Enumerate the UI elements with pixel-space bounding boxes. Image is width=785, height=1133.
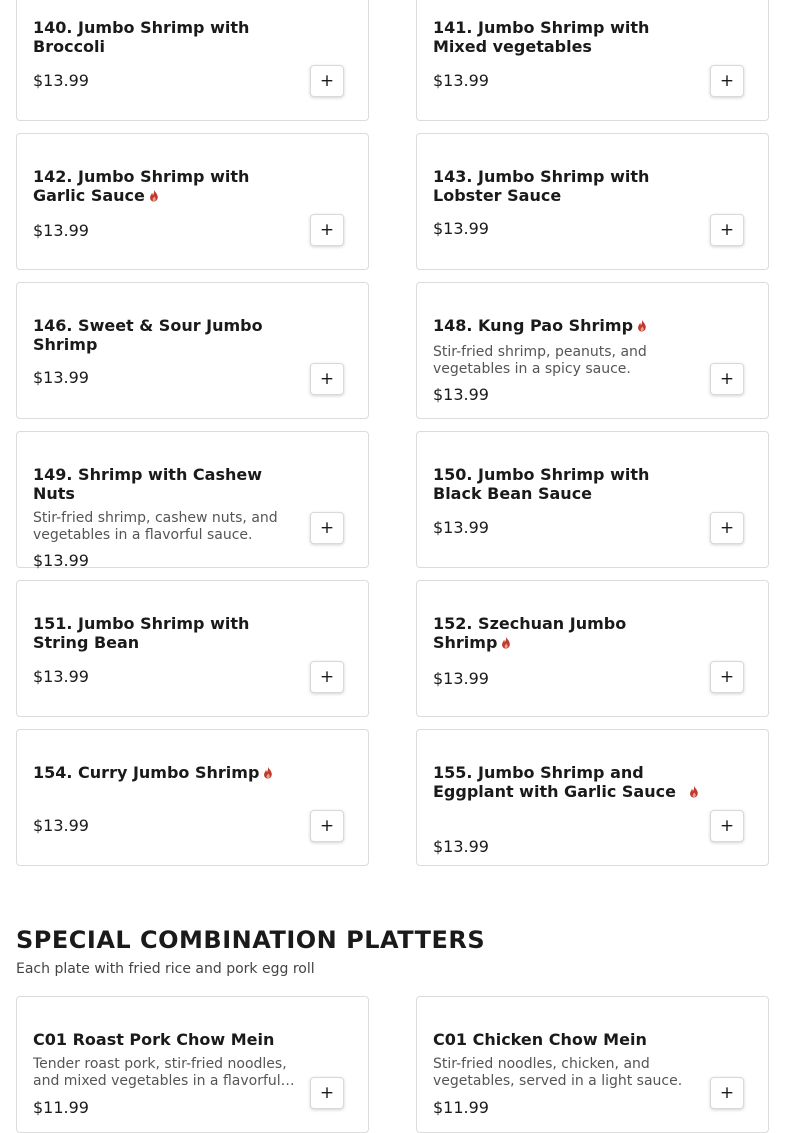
section-title: SPECIAL COMBINATION PLATTERS — [16, 926, 486, 954]
item-price: $11.99 — [33, 1098, 89, 1117]
item-name: 154. Curry Jumbo Shrimp — [33, 763, 295, 782]
add-to-cart-button[interactable]: + — [710, 65, 744, 97]
item-price: $13.99 — [433, 669, 489, 688]
section-subtitle: Each plate with fried rice and pork egg … — [16, 961, 315, 977]
item-price: $13.99 — [33, 816, 89, 835]
add-to-cart-button[interactable]: + — [710, 363, 744, 395]
item-price: $13.99 — [33, 71, 89, 90]
item-description: Stir-fried noodles, chicken, and vegetab… — [433, 1056, 683, 1089]
item-price: $13.99 — [33, 368, 89, 387]
add-to-cart-button[interactable]: + — [310, 512, 344, 544]
flame-icon — [638, 319, 646, 332]
add-to-cart-button[interactable]: + — [310, 1077, 344, 1109]
flame-icon — [264, 766, 273, 779]
item-description: Stir-fried shrimp, peanuts, and vegetabl… — [433, 344, 647, 377]
item-description: Tender roast pork, stir-fried noodles, a… — [33, 1056, 295, 1089]
flame-icon — [502, 636, 511, 649]
add-to-cart-button[interactable]: + — [710, 661, 744, 693]
menu-item-card[interactable]: 155. Jumbo Shrimp and Eggplant with Garl… — [416, 729, 769, 866]
item-name: 142. Jumbo Shrimp with Garlic Sauce — [33, 167, 250, 205]
item-name: 146. Sweet & Sour Jumbo Shrimp — [33, 316, 263, 354]
item-name: 149. Shrimp with Cashew Nuts — [33, 465, 262, 503]
item-price: $13.99 — [33, 667, 89, 686]
item-price: $13.99 — [433, 518, 489, 537]
add-to-cart-button[interactable]: + — [710, 512, 744, 544]
add-to-cart-button[interactable]: + — [710, 1077, 744, 1109]
item-price: $13.99 — [433, 71, 489, 90]
add-to-cart-button[interactable]: + — [710, 214, 744, 246]
item-price: $13.99 — [433, 837, 489, 856]
item-name: C01 Chicken Chow Mein — [433, 1030, 647, 1049]
menu-item-card[interactable]: 150. Jumbo Shrimp with Black Bean Sauce … — [416, 431, 769, 568]
menu-item-card[interactable]: 151. Jumbo Shrimp with String Bean $13.9… — [16, 580, 369, 717]
menu-item-card[interactable]: C01 Chicken Chow Mein Stir-fried noodles… — [416, 996, 769, 1133]
menu-item-card[interactable]: 154. Curry Jumbo Shrimp $13.99 + — [16, 729, 369, 866]
menu-item-card[interactable]: 149. Shrimp with Cashew Nuts Stir-fried … — [16, 431, 369, 570]
item-price: $13.99 — [433, 385, 489, 404]
item-name: 152. Szechuan Jumbo Shrimp — [433, 614, 627, 652]
menu-item-card[interactable]: 141. Jumbo Shrimp with Mixed vegetables … — [416, 0, 769, 121]
item-name: 155. Jumbo Shrimp and Eggplant with Garl… — [433, 763, 703, 801]
flame-icon — [149, 189, 158, 202]
item-name: 151. Jumbo Shrimp with String Bean — [33, 614, 250, 652]
menu-item-card[interactable]: 140. Jumbo Shrimp with Broccoli $13.99 + — [16, 0, 369, 121]
item-price: $13.99 — [33, 221, 89, 240]
add-to-cart-button[interactable]: + — [310, 363, 344, 395]
item-name: C01 Roast Pork Chow Mein — [33, 1030, 275, 1049]
item-name: 143. Jumbo Shrimp with Lobster Sauce — [433, 167, 650, 205]
item-name: 148. Kung Pao Shrimp — [433, 316, 695, 335]
add-to-cart-button[interactable]: + — [310, 214, 344, 246]
menu-item-card[interactable]: 142. Jumbo Shrimp with Garlic Sauce $13.… — [16, 133, 369, 270]
item-price: $13.99 — [33, 551, 89, 570]
menu-item-card[interactable]: 152. Szechuan Jumbo Shrimp $13.99 + — [416, 580, 769, 717]
menu-item-card[interactable]: 143. Jumbo Shrimp with Lobster Sauce $13… — [416, 133, 769, 270]
add-to-cart-button[interactable]: + — [310, 810, 344, 842]
item-price: $13.99 — [433, 219, 489, 238]
item-name: 150. Jumbo Shrimp with Black Bean Sauce — [433, 465, 650, 503]
add-to-cart-button[interactable]: + — [310, 65, 344, 97]
menu-item-card[interactable]: C01 Roast Pork Chow Mein Tender roast po… — [16, 996, 369, 1133]
menu-item-card[interactable]: 146. Sweet & Sour Jumbo Shrimp $13.99 + — [16, 282, 369, 419]
add-to-cart-button[interactable]: + — [310, 661, 344, 693]
item-description: Stir-fried shrimp, cashew nuts, and vege… — [33, 510, 278, 543]
menu-item-card[interactable]: 148. Kung Pao Shrimp Stir-fried shrimp, … — [416, 282, 769, 419]
item-price: $11.99 — [433, 1098, 489, 1117]
item-name: 141. Jumbo Shrimp with Mixed vegetables — [433, 18, 650, 56]
item-name: 140. Jumbo Shrimp with Broccoli — [33, 18, 250, 56]
flame-icon — [689, 785, 698, 798]
add-to-cart-button[interactable]: + — [710, 810, 744, 842]
